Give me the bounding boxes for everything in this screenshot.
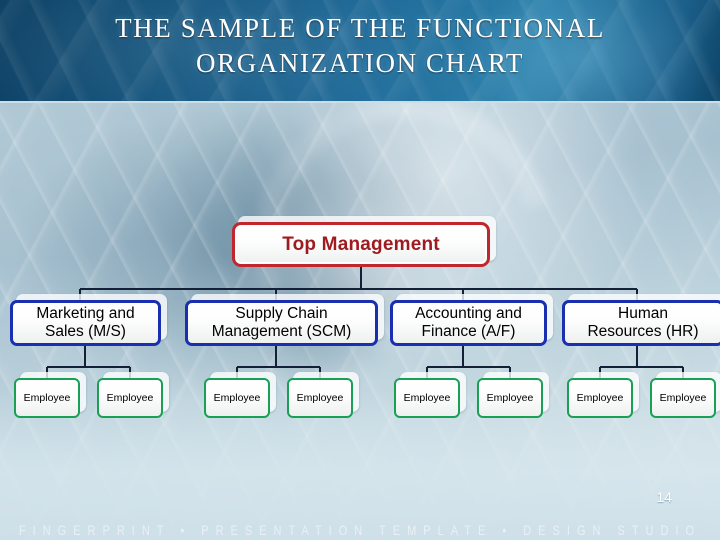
node-employee-accounting-and-finance-2[interactable]: Employee <box>477 378 543 418</box>
node-top-management[interactable]: Top Management <box>232 222 490 267</box>
node-top-management-label: Top Management <box>282 233 440 255</box>
node-division-accounting-and-finance[interactable]: Accounting and Finance (A/F) <box>390 300 547 346</box>
footer-watermark-text: FINGERPRINT • PRESENTATION TEMPLATE • DE… <box>18 523 702 539</box>
node-division-accounting-and-finance-label: Accounting and Finance (A/F) <box>415 305 522 340</box>
slide-canvas: THE SAMPLE OF THE FUNCTIONAL ORGANIZATIO… <box>0 0 720 540</box>
node-employee-human-resources-2[interactable]: Employee <box>650 378 716 418</box>
node-division-marketing-and-sales-label: Marketing and Sales (M/S) <box>36 305 135 340</box>
node-employee-marketing-and-sales-1[interactable]: Employee <box>14 378 80 418</box>
footer-watermark-strip: FINGERPRINT • PRESENTATION TEMPLATE • DE… <box>0 522 720 540</box>
node-division-supply-chain-management-label: Supply Chain Management (SCM) <box>211 305 352 340</box>
node-employee-human-resources-2-label: Employee <box>659 392 707 404</box>
node-employee-supply-chain-management-2-label: Employee <box>296 392 344 404</box>
node-division-human-resources-label: Human Resources (HR) <box>587 305 699 340</box>
node-employee-accounting-and-finance-2-label: Employee <box>486 392 534 404</box>
node-employee-marketing-and-sales-2-label: Employee <box>106 392 154 404</box>
node-division-human-resources[interactable]: Human Resources (HR) <box>562 300 720 346</box>
node-employee-human-resources-1-label: Employee <box>576 392 624 404</box>
node-employee-supply-chain-management-2[interactable]: Employee <box>287 378 353 418</box>
node-division-marketing-and-sales[interactable]: Marketing and Sales (M/S) <box>10 300 161 346</box>
slide-title: THE SAMPLE OF THE FUNCTIONAL ORGANIZATIO… <box>115 13 605 78</box>
node-employee-human-resources-1[interactable]: Employee <box>567 378 633 418</box>
node-employee-supply-chain-management-1[interactable]: Employee <box>204 378 270 418</box>
node-employee-marketing-and-sales-1-label: Employee <box>23 392 71 404</box>
node-division-supply-chain-management[interactable]: Supply Chain Management (SCM) <box>185 300 378 346</box>
title-banner: THE SAMPLE OF THE FUNCTIONAL ORGANIZATIO… <box>0 0 720 103</box>
node-employee-supply-chain-management-1-label: Employee <box>213 392 261 404</box>
page-number: 14 <box>656 489 672 505</box>
node-employee-marketing-and-sales-2[interactable]: Employee <box>97 378 163 418</box>
node-employee-accounting-and-finance-1-label: Employee <box>403 392 451 404</box>
node-employee-accounting-and-finance-1[interactable]: Employee <box>394 378 460 418</box>
